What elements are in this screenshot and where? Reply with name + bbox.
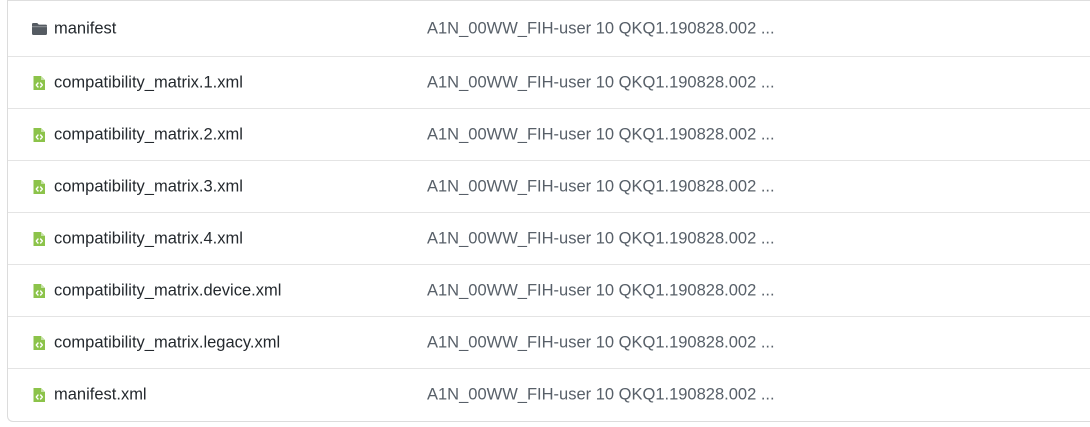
commit-message-link[interactable]: A1N_00WW_FIH-user 10 QKQ1.190828.002 ... <box>427 229 775 248</box>
file-name-link[interactable]: compatibility_matrix.3.xml <box>54 177 243 196</box>
xml-file-icon <box>31 127 47 143</box>
folder-icon <box>31 21 47 37</box>
xml-file-icon <box>31 387 47 403</box>
commit-message-link[interactable]: A1N_00WW_FIH-user 10 QKQ1.190828.002 ... <box>427 281 775 300</box>
file-row[interactable]: manifest A1N_00WW_FIH-user 10 QKQ1.19082… <box>8 0 1090 56</box>
file-name-link[interactable]: compatibility_matrix.4.xml <box>54 229 243 248</box>
file-name-link[interactable]: compatibility_matrix.2.xml <box>54 125 243 144</box>
commit-message-link[interactable]: A1N_00WW_FIH-user 10 QKQ1.190828.002 ... <box>427 333 775 352</box>
file-name-link[interactable]: compatibility_matrix.legacy.xml <box>54 333 280 352</box>
file-name-link[interactable]: compatibility_matrix.device.xml <box>54 281 281 300</box>
file-list: manifest A1N_00WW_FIH-user 10 QKQ1.19082… <box>7 0 1090 422</box>
xml-file-icon <box>31 231 47 247</box>
commit-message-link[interactable]: A1N_00WW_FIH-user 10 QKQ1.190828.002 ... <box>427 125 775 144</box>
file-row[interactable]: compatibility_matrix.1.xml A1N_00WW_FIH-… <box>8 56 1090 108</box>
file-row[interactable]: compatibility_matrix.legacy.xml A1N_00WW… <box>8 316 1090 368</box>
file-name-link[interactable]: manifest <box>54 19 116 38</box>
file-name-link[interactable]: manifest.xml <box>54 385 147 404</box>
file-row[interactable]: compatibility_matrix.4.xml A1N_00WW_FIH-… <box>8 212 1090 264</box>
file-name-link[interactable]: compatibility_matrix.1.xml <box>54 73 243 92</box>
xml-file-icon <box>31 335 47 351</box>
commit-message-link[interactable]: A1N_00WW_FIH-user 10 QKQ1.190828.002 ... <box>427 73 775 92</box>
file-row[interactable]: compatibility_matrix.2.xml A1N_00WW_FIH-… <box>8 108 1090 160</box>
file-row[interactable]: compatibility_matrix.3.xml A1N_00WW_FIH-… <box>8 160 1090 212</box>
file-row[interactable]: compatibility_matrix.device.xml A1N_00WW… <box>8 264 1090 316</box>
xml-file-icon <box>31 283 47 299</box>
commit-message-link[interactable]: A1N_00WW_FIH-user 10 QKQ1.190828.002 ... <box>427 177 775 196</box>
commit-message-link[interactable]: A1N_00WW_FIH-user 10 QKQ1.190828.002 ... <box>427 19 775 38</box>
commit-message-link[interactable]: A1N_00WW_FIH-user 10 QKQ1.190828.002 ... <box>427 385 775 404</box>
xml-file-icon <box>31 75 47 91</box>
xml-file-icon <box>31 179 47 195</box>
file-row[interactable]: manifest.xml A1N_00WW_FIH-user 10 QKQ1.1… <box>8 368 1090 420</box>
